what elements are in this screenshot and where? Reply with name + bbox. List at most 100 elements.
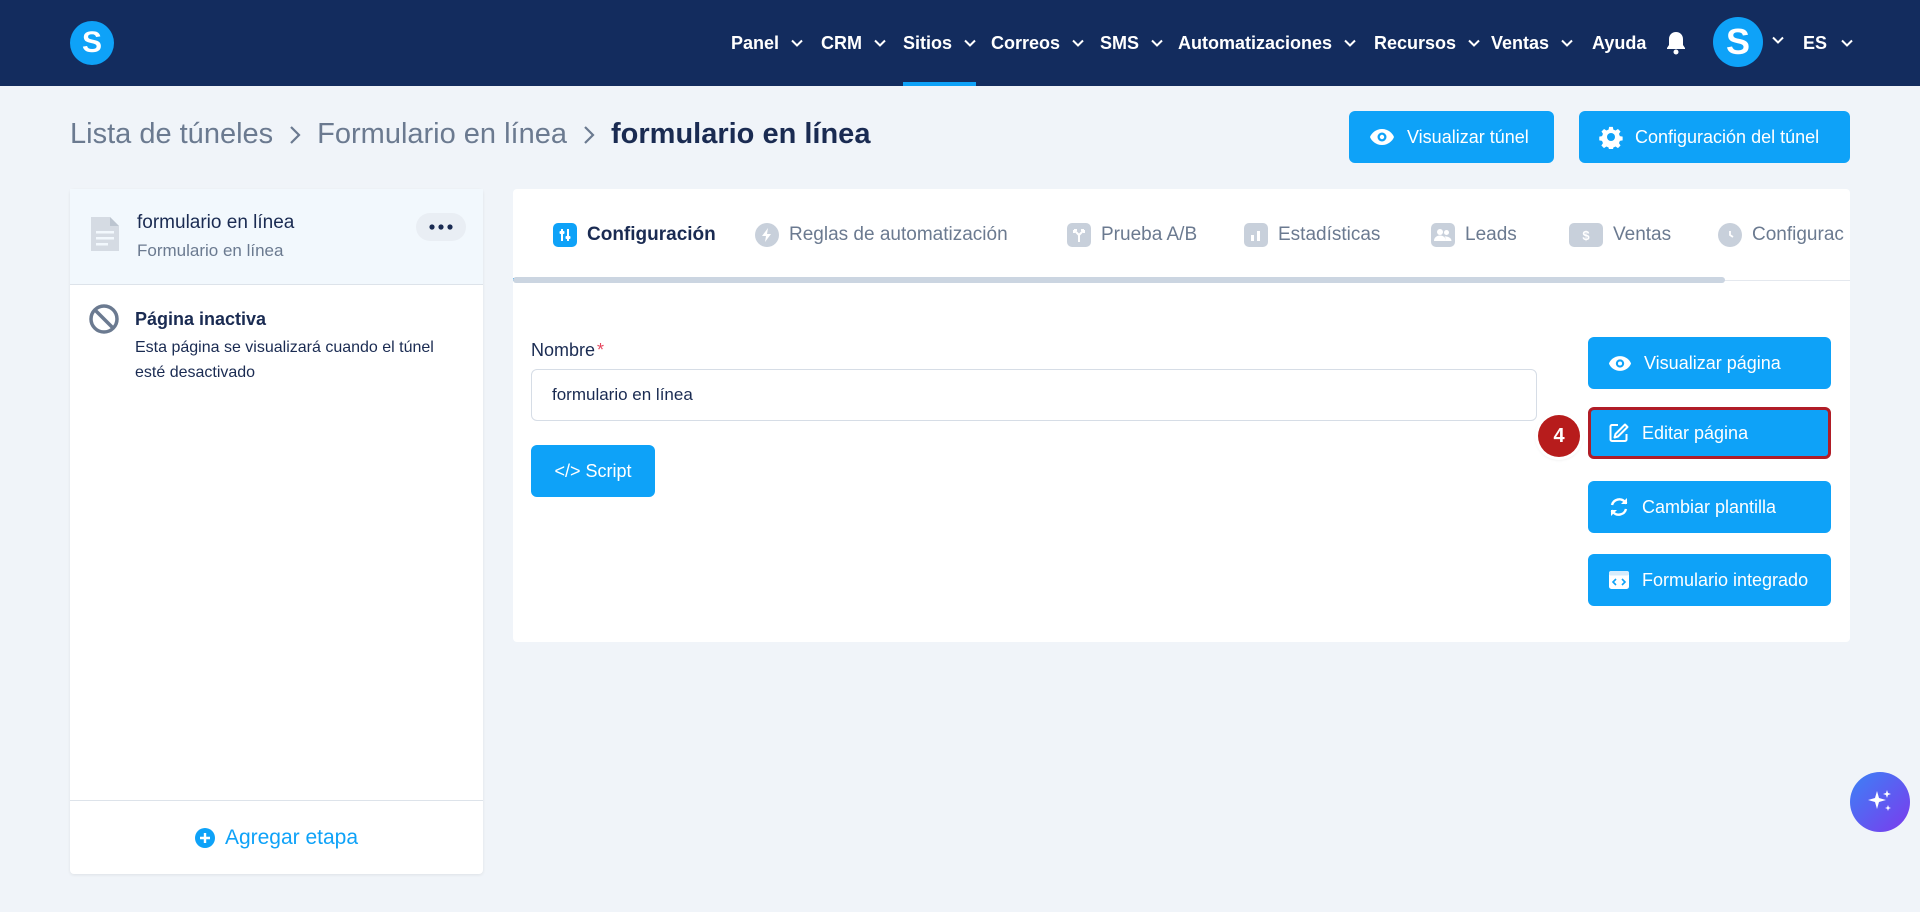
nav-item-label: CRM [821,32,862,53]
tab-label: Configurac [1752,224,1844,245]
view-page-button[interactable]: Visualizar página [1588,337,1831,389]
chevron-down-icon [1344,39,1356,47]
nav-item-sitios[interactable]: Sitios [903,0,977,86]
language-label: ES [1803,32,1828,53]
eye-icon [1608,355,1632,371]
change-template-button[interactable]: Cambiar plantilla [1588,481,1831,533]
refresh-icon [1610,498,1628,516]
tab-ventas[interactable]: $ Ventas [1569,189,1671,281]
breadcrumb-link-funnel[interactable]: Formulario en línea [317,118,567,151]
breadcrumb: Lista de túneles Formulario en línea for… [70,118,870,151]
top-navigation-bar: S Panel CRM Sitios Correos SMS Automatiz… [0,0,1920,86]
bolt-icon [755,223,779,247]
nav-item-label: Sitios [903,32,953,53]
funnel-steps-sidebar: formulario en línea Formulario en línea … [70,189,483,874]
document-icon [91,217,119,251]
chevron-down-icon [874,39,886,47]
clock-icon [1718,223,1742,247]
inactive-page-description: Esta página se visualizará cuando el tún… [135,339,434,381]
app-logo[interactable]: S [70,21,114,65]
nav-item-panel[interactable]: Panel [731,0,803,86]
embedded-form-button[interactable]: Formulario integrado [1588,554,1831,606]
nav-item-sms[interactable]: SMS [1100,0,1163,86]
nav-item-label: Ayuda [1592,32,1647,53]
bar-chart-icon [1244,223,1268,247]
dollar-icon: $ [1569,223,1603,247]
chevron-down-icon [791,39,803,47]
name-label-text: Nombre [531,340,596,360]
funnel-step-item[interactable]: formulario en línea Formulario en línea [70,189,483,285]
tab-label: Prueba A/B [1101,224,1198,245]
ai-assistant-button[interactable] [1850,772,1910,832]
view-page-label: Visualizar página [1644,352,1781,373]
edit-page-button[interactable]: Editar página [1588,407,1831,459]
add-step-button[interactable]: Agregar etapa [70,800,483,874]
ban-icon [89,304,119,334]
nav-item-label: Automatizaciones [1178,32,1333,53]
nav-item-correos[interactable]: Correos [991,0,1084,86]
nav-item-ventas[interactable]: Ventas [1491,0,1573,86]
nav-item-label: Recursos [1374,32,1457,53]
sliders-icon [553,223,577,247]
language-selector[interactable]: ES [1803,0,1853,86]
chevron-down-icon [964,39,976,47]
bell-icon[interactable] [1664,30,1688,56]
breadcrumb-link-funnel-list[interactable]: Lista de túneles [70,118,273,151]
view-funnel-label: Visualizar túnel [1407,126,1529,147]
chevron-down-icon [1841,39,1853,47]
tab-reglas-automatizacion[interactable]: Reglas de automatización [755,189,1008,281]
nav-item-label: Panel [731,32,780,53]
sparkles-icon [1868,790,1891,811]
nav-item-automatizaciones[interactable]: Automatizaciones [1178,0,1356,86]
add-step-label: Agregar etapa [224,825,359,849]
tab-label: Ventas [1613,224,1672,245]
tab-label: Configuración [587,224,716,245]
chevron-down-icon[interactable] [1772,36,1784,44]
change-template-label: Cambiar plantilla [1642,496,1777,517]
tab-configuracion[interactable]: Configuración [513,189,736,281]
chevron-down-icon [1151,39,1163,47]
gear-icon [1599,126,1623,149]
users-icon [1431,223,1455,247]
page-title: formulario en línea [611,118,871,150]
view-funnel-button[interactable]: Visualizar túnel [1349,111,1554,163]
tabs-scrollbar[interactable] [513,277,1725,283]
user-avatar[interactable]: S [1713,17,1763,67]
chevron-down-icon [1072,39,1084,47]
page-settings-panel: Configuración Reglas de automatización P… [513,189,1850,642]
code-window-icon [1609,571,1629,589]
chevron-down-icon [1561,39,1573,47]
script-button[interactable]: </> Script [531,445,655,497]
tab-estadisticas[interactable]: Estadísticas [1244,189,1380,281]
chevron-right-icon [290,125,301,144]
step-subtitle: Formulario en línea [137,241,284,260]
funnel-settings-button[interactable]: Configuración del túnel [1579,111,1850,163]
chevron-down-icon [1468,39,1480,47]
nav-item-label: Correos [991,32,1061,53]
nav-item-recursos[interactable]: Recursos [1374,0,1480,86]
tab-prueba-ab[interactable]: Prueba A/B [1067,189,1197,281]
name-field-label: Nombre * [531,340,604,361]
nav-item-ayuda[interactable]: Ayuda [1592,0,1646,86]
edit-icon [1609,423,1629,442]
nav-item-label: Ventas [1491,32,1550,53]
edit-page-label: Editar página [1642,422,1749,443]
tab-leads[interactable]: Leads [1431,189,1517,281]
nav-item-crm[interactable]: CRM [821,0,886,86]
eye-icon [1370,129,1394,145]
page-name-input[interactable] [531,369,1537,421]
tab-configuracion-2[interactable]: Configurac [1718,189,1844,281]
plus-circle-icon [194,827,215,848]
nav-item-label: SMS [1100,32,1140,53]
inactive-page-title[interactable]: Página inactiva [135,309,266,330]
split-icon [1067,223,1091,247]
funnel-settings-label: Configuración del túnel [1635,126,1820,147]
required-mark: * [597,340,605,360]
tab-bar: Configuración Reglas de automatización P… [513,189,1850,283]
more-horizontal-icon [429,224,453,230]
tab-label: Leads [1465,224,1517,245]
step-number-badge: 4 [1538,415,1580,457]
tab-label: Estadísticas [1278,224,1381,245]
step-more-options-button[interactable] [416,213,466,241]
embedded-form-label: Formulario integrado [1642,569,1809,590]
